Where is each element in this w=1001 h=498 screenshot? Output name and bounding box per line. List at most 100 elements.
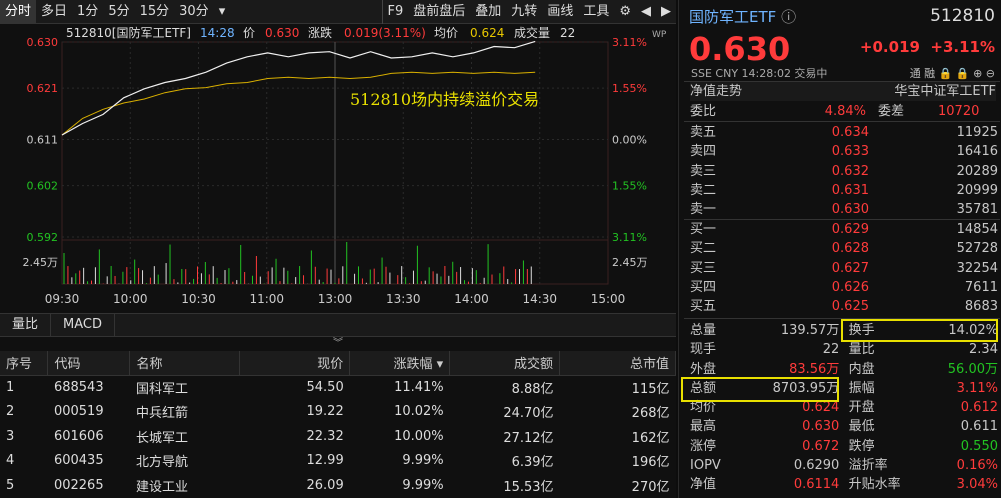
table-cell: 002265	[53, 477, 104, 493]
table-cell: 15.53亿	[503, 479, 554, 495]
table-cell: 000519	[53, 404, 104, 420]
table-cell: 19.22	[306, 404, 344, 420]
nav-row[interactable]: 净值走势 华宝中证军工ETF	[690, 82, 996, 101]
quote-cell: 0.626	[831, 279, 869, 295]
tab-1min[interactable]: 1分	[72, 0, 103, 24]
quote-cell: 买二	[690, 241, 717, 257]
quote-cell: 委差	[878, 104, 905, 119]
table-cell: 196亿	[631, 455, 670, 471]
fund-name: 国防军工ETF ⓘ	[689, 8, 797, 26]
col-market-cap[interactable]: 总市值	[559, 351, 676, 376]
quote-cell: 委比	[690, 104, 717, 119]
tab-15min[interactable]: 15分	[135, 0, 175, 24]
table-cell: 10.02%	[394, 404, 444, 420]
table-cell: 688543	[53, 380, 104, 395]
table-cell: 国科军工	[135, 382, 188, 397]
col-change-pct[interactable]: 涨跌幅 ▾	[349, 351, 451, 376]
nav-trend-link[interactable]: 净值走势	[690, 82, 742, 101]
quote-cell: 0.625	[831, 299, 869, 315]
settings-icon[interactable]: ⚙	[614, 0, 636, 24]
tab-5min[interactable]: 5分	[103, 0, 134, 24]
quote-cell: 20999	[956, 182, 998, 198]
stat-cell: 0.6290	[793, 458, 840, 474]
col-index[interactable]: 序号	[0, 351, 49, 376]
tab-30min[interactable]: 30分	[174, 0, 214, 24]
chart-time: 14:28	[200, 26, 235, 40]
stat-cell: 3.11%	[956, 380, 998, 396]
stat-cell: 外盘	[690, 361, 717, 377]
chart-chg: 0.019(3.11%)	[344, 26, 426, 40]
table-cell: 4	[6, 453, 15, 469]
left-arrow-icon[interactable]: ◀	[636, 0, 656, 24]
x-tick: 09:30	[45, 292, 80, 306]
stock-table: 序号 代码 名称 现价 涨跌幅 ▾ 成交额 总市值 1 688543 国科军工 54.…	[0, 351, 676, 498]
table-row[interactable]: 3 601606 长城军工 22.32 10.00% 27.12亿 162亿	[0, 424, 676, 449]
table-cell: 268亿	[631, 406, 670, 422]
table-cell: 8.88亿	[511, 382, 554, 397]
info-icon[interactable]: ⓘ	[781, 8, 796, 26]
tab-macd[interactable]: MACD	[51, 314, 115, 336]
quote-row: 卖五 0.634 11925	[690, 123, 998, 142]
quote-row: 买三 0.627 32254	[690, 259, 998, 278]
indicator-tabs: 量比 MACD	[0, 313, 676, 337]
quote-cell: 20289	[956, 163, 998, 179]
stat-cell: 最高	[690, 419, 717, 435]
tab-multiday[interactable]: 多日	[36, 0, 72, 24]
table-row[interactable]: 5 002265 建设工业 26.09 9.99% 15.53亿 270亿	[0, 473, 676, 498]
x-tick: 10:30	[181, 292, 216, 306]
x-tick: 10:00	[113, 292, 148, 306]
table-cell: 长城军工	[135, 430, 188, 446]
quote-cell: 8683	[964, 299, 998, 315]
fund-full-name: 华宝中证军工ETF	[894, 84, 996, 99]
table-row[interactable]: 2 000519 中兵红箭 19.22 10.02% 24.70亿 268亿	[0, 400, 676, 425]
x-tick: 14:00	[454, 292, 489, 306]
quote-cell: 买五	[690, 299, 717, 315]
price-label: 价	[243, 26, 255, 40]
f9-button[interactable]: F9	[381, 0, 409, 24]
premarket-button[interactable]: 盘前盘后	[408, 0, 470, 24]
quote-cell: 32254	[956, 260, 998, 276]
table-cell: 11.41%	[394, 380, 444, 395]
y-tick-right: 0.00%	[612, 134, 647, 147]
col-code[interactable]: 代码	[47, 351, 131, 376]
x-axis-labels: 09:30 10:00 10:30 11:00 13:00 13:30 14:00 14:30…	[45, 292, 626, 306]
y-tick-right: 1.55%	[612, 180, 647, 193]
quote-row: 买二 0.628 52728	[690, 239, 998, 258]
nine-turn-button[interactable]: 九转	[506, 0, 542, 24]
intraday-chart[interactable]: 512810[国防军工ETF] 14:28 价 0.630 涨跌 0.019(3…	[0, 25, 676, 311]
table-cell: 22.32	[306, 428, 344, 444]
col-price[interactable]: 现价	[239, 351, 351, 376]
tab-fenshi[interactable]: 分时	[0, 0, 37, 24]
quote-cell: 52728	[956, 241, 998, 257]
table-row[interactable]: 1 688543 国科军工 54.50 11.41% 8.88亿 115亿	[0, 375, 676, 400]
right-arrow-icon[interactable]: ▶	[656, 0, 676, 24]
tab-volume-ratio[interactable]: 量比	[0, 314, 52, 336]
table-row[interactable]: 4 600435 北方导航 12.99 9.99% 6.39亿 196亿	[0, 449, 676, 474]
table-cell: 1	[6, 380, 15, 395]
quote-cell: 0.627	[831, 260, 869, 276]
table-cell: 建设工业	[135, 479, 188, 495]
expand-chevron-icon[interactable]: ︾	[0, 338, 676, 350]
quote-cell: 0.634	[831, 125, 869, 140]
more-periods-dropdown[interactable]: ▾	[214, 0, 231, 24]
table-cell: 中兵红箭	[135, 406, 188, 422]
tools-button[interactable]: 工具	[578, 0, 614, 24]
col-name[interactable]: 名称	[129, 351, 241, 376]
stat-cell: 0.16%	[956, 458, 998, 474]
quote-row: 买一 0.629 14854	[690, 220, 998, 239]
stat-cell: 量比	[848, 342, 875, 358]
table-cell: 54.50	[306, 380, 344, 395]
y-tick-left: 0.611	[27, 134, 59, 147]
stat-row: 外盘 83.56万 内盘 56.00万	[690, 360, 998, 379]
status-flags[interactable]: 通 融 🔒 🔒 ⊕ ⊖	[910, 65, 995, 81]
overlay-button[interactable]: 叠加	[470, 0, 506, 24]
x-tick: 13:00	[318, 292, 353, 306]
stat-cell: 涨停	[690, 438, 717, 454]
last-price: 0.630	[689, 30, 791, 68]
table-cell: 北方导航	[135, 455, 188, 471]
table-cell: 5	[6, 477, 15, 493]
draw-button[interactable]: 画线	[542, 0, 578, 24]
stat-cell: 3.04%	[956, 477, 998, 493]
col-turnover[interactable]: 成交额	[449, 351, 561, 376]
highlight-box-amount	[681, 377, 839, 402]
